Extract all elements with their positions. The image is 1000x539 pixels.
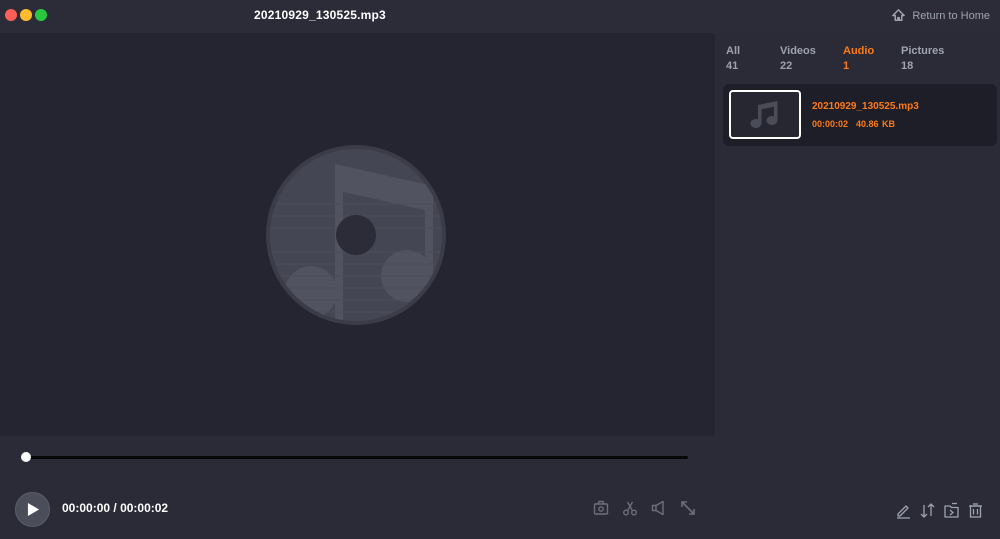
media-viewport[interactable] xyxy=(0,33,715,436)
volume-icon xyxy=(651,500,664,516)
tab-videos[interactable]: Videos 22 xyxy=(780,44,843,74)
title-bar: 20210929_130525.mp3 Return to Home xyxy=(0,0,1000,33)
home-icon xyxy=(892,9,906,21)
playback-controls: 00:00:00 / 00:00:02 xyxy=(0,436,715,539)
window-title: 20210929_130525.mp3 xyxy=(254,8,386,22)
music-disc-icon xyxy=(266,145,446,325)
tab-count: 18 xyxy=(901,60,914,72)
file-list-item[interactable]: 20210929_130525.mp3 00:00:02 40.86 KB xyxy=(723,84,997,146)
return-home-label: Return to Home xyxy=(912,9,990,22)
tab-all[interactable]: All 41 xyxy=(726,44,780,74)
export-icon xyxy=(944,502,959,518)
tab-label: Pictures xyxy=(901,45,945,57)
edit-button[interactable] xyxy=(895,502,912,519)
snapshot-button[interactable] xyxy=(592,499,610,517)
file-thumbnail xyxy=(729,90,801,139)
close-icon[interactable] xyxy=(5,9,17,21)
return-home-button[interactable]: Return to Home xyxy=(891,8,990,23)
tab-label: All xyxy=(726,45,741,57)
current-time: 00:00:00 xyxy=(62,501,111,515)
cut-icon xyxy=(623,501,637,516)
total-time: 00:00:02 xyxy=(120,501,169,515)
tab-pictures[interactable]: Pictures 18 xyxy=(901,44,961,74)
file-name: 20210929_130525.mp3 xyxy=(812,101,919,112)
tab-count: 22 xyxy=(780,60,793,72)
time-readout: 00:00:00 / 00:00:02 xyxy=(62,501,168,515)
progress-handle[interactable] xyxy=(21,452,31,462)
music-note-icon xyxy=(750,100,778,128)
media-library-panel: All 41 Videos 22 Audio 1 Pictures 18 202… xyxy=(715,33,1000,539)
play-button[interactable] xyxy=(15,492,50,527)
tab-audio[interactable]: Audio 1 xyxy=(843,44,901,74)
tab-count: 1 xyxy=(843,60,850,72)
file-duration: 00:00:02 xyxy=(812,119,849,129)
fullscreen-icon xyxy=(681,501,695,515)
volume-button[interactable] xyxy=(650,499,668,517)
tab-count: 41 xyxy=(726,60,739,72)
cut-button[interactable] xyxy=(621,499,639,517)
edit-icon xyxy=(897,505,910,519)
file-size: 40.86 KB xyxy=(856,119,896,129)
library-actions xyxy=(895,502,984,519)
sort-button[interactable] xyxy=(919,502,936,519)
sort-icon xyxy=(920,503,935,518)
time-separator: / xyxy=(110,501,121,515)
play-icon xyxy=(27,503,40,516)
export-button[interactable] xyxy=(943,502,960,519)
tab-label: Audio xyxy=(843,45,875,57)
progress-slider[interactable] xyxy=(21,452,688,462)
delete-icon xyxy=(969,503,982,518)
file-meta: 00:00:02 40.86 KB xyxy=(812,119,895,129)
category-tabs: All 41 Videos 22 Audio 1 Pictures 18 xyxy=(726,44,961,74)
tab-label: Videos xyxy=(780,45,816,57)
minimize-icon[interactable] xyxy=(20,9,32,21)
snapshot-icon xyxy=(593,500,609,515)
maximize-icon[interactable] xyxy=(35,9,47,21)
fullscreen-button[interactable] xyxy=(679,499,697,517)
player-tools xyxy=(592,499,697,517)
delete-button[interactable] xyxy=(967,502,984,519)
